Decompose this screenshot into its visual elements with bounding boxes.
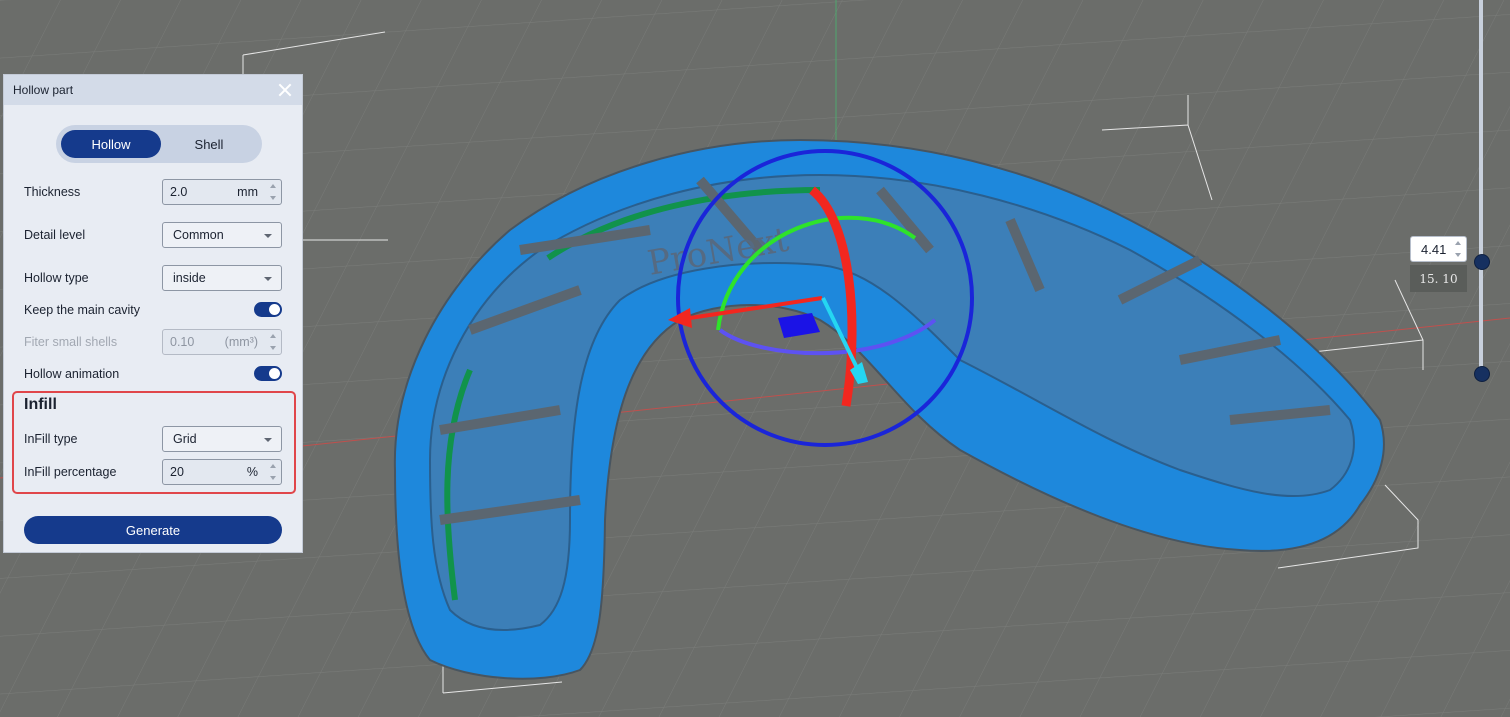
infill-percentage-label: InFill percentage xyxy=(24,465,117,479)
hollow-type-row: Hollow type inside xyxy=(24,265,282,291)
panel-title: Hollow part xyxy=(13,83,74,97)
infill-percentage-value: 20 xyxy=(170,465,184,479)
thickness-stepper-icon[interactable] xyxy=(269,183,278,201)
close-icon[interactable] xyxy=(277,82,293,98)
layer-slider-bottom-knob[interactable] xyxy=(1474,366,1490,382)
keep-main-cavity-toggle[interactable] xyxy=(254,302,282,317)
filter-small-shells-row: Fiter small shells 0.10 (mm³) xyxy=(24,329,282,355)
thickness-input[interactable]: 2.0 mm xyxy=(162,179,282,205)
thickness-value: 2.0 xyxy=(170,185,188,199)
detail-level-select[interactable]: Common xyxy=(162,222,282,248)
filter-stepper-icon xyxy=(269,333,278,351)
detail-level-row: Detail level Common xyxy=(24,222,282,248)
keep-main-cavity-label: Keep the main cavity xyxy=(24,303,141,317)
thickness-row: Thickness 2.0 mm xyxy=(24,179,282,205)
hollow-animation-label: Hollow animation xyxy=(24,367,120,381)
hollow-type-select[interactable]: inside xyxy=(162,265,282,291)
thickness-label: Thickness xyxy=(24,185,81,199)
keep-main-cavity-row: Keep the main cavity xyxy=(24,297,282,323)
infill-title: Infill xyxy=(24,396,57,413)
generate-button[interactable]: Generate xyxy=(24,516,282,544)
panel-header: Hollow part xyxy=(4,75,302,105)
infill-type-select[interactable]: Grid xyxy=(162,426,282,452)
hollow-animation-row: Hollow animation xyxy=(24,361,282,387)
chevron-down-icon xyxy=(264,277,272,281)
infill-percentage-input[interactable]: 20 % xyxy=(162,459,282,485)
layer-slider-track[interactable] xyxy=(1479,0,1483,380)
infill-stepper-icon[interactable] xyxy=(269,463,278,481)
tab-hollow[interactable]: Hollow xyxy=(61,130,161,158)
chevron-down-icon xyxy=(264,234,272,238)
infill-type-value: Grid xyxy=(173,432,197,446)
hollow-animation-toggle[interactable] xyxy=(254,366,282,381)
tab-shell[interactable]: Shell xyxy=(161,130,257,158)
infill-type-label: InFill type xyxy=(24,432,78,446)
layer-current-input[interactable]: 4.41 xyxy=(1410,236,1467,262)
filter-small-shells-label: Fiter small shells xyxy=(24,335,118,349)
infill-percentage-unit: % xyxy=(246,465,258,479)
infill-percentage-row: InFill percentage 20 % xyxy=(24,459,282,485)
hollow-part-panel: Hollow part Hollow Shell Thickness 2.0 m… xyxy=(3,74,303,553)
thickness-unit: mm xyxy=(237,185,258,199)
detail-level-label: Detail level xyxy=(24,228,86,242)
layer-stepper-icon[interactable] xyxy=(1454,240,1463,258)
hollow-type-value: inside xyxy=(173,271,206,285)
filter-small-shells-unit: (mm³) xyxy=(224,335,258,349)
layer-slider-top-knob[interactable] xyxy=(1474,254,1490,270)
layer-current-value: 4.41 xyxy=(1421,242,1447,257)
layer-max-label: 15. 10 xyxy=(1410,265,1467,292)
filter-small-shells-input: 0.10 (mm³) xyxy=(162,329,282,355)
hollow-type-label: Hollow type xyxy=(24,271,89,285)
filter-small-shells-value: 0.10 xyxy=(170,335,195,349)
chevron-down-icon xyxy=(264,438,272,442)
infill-type-row: InFill type Grid xyxy=(24,426,282,452)
mode-toggle: Hollow Shell xyxy=(56,125,262,163)
detail-level-value: Common xyxy=(173,228,224,242)
